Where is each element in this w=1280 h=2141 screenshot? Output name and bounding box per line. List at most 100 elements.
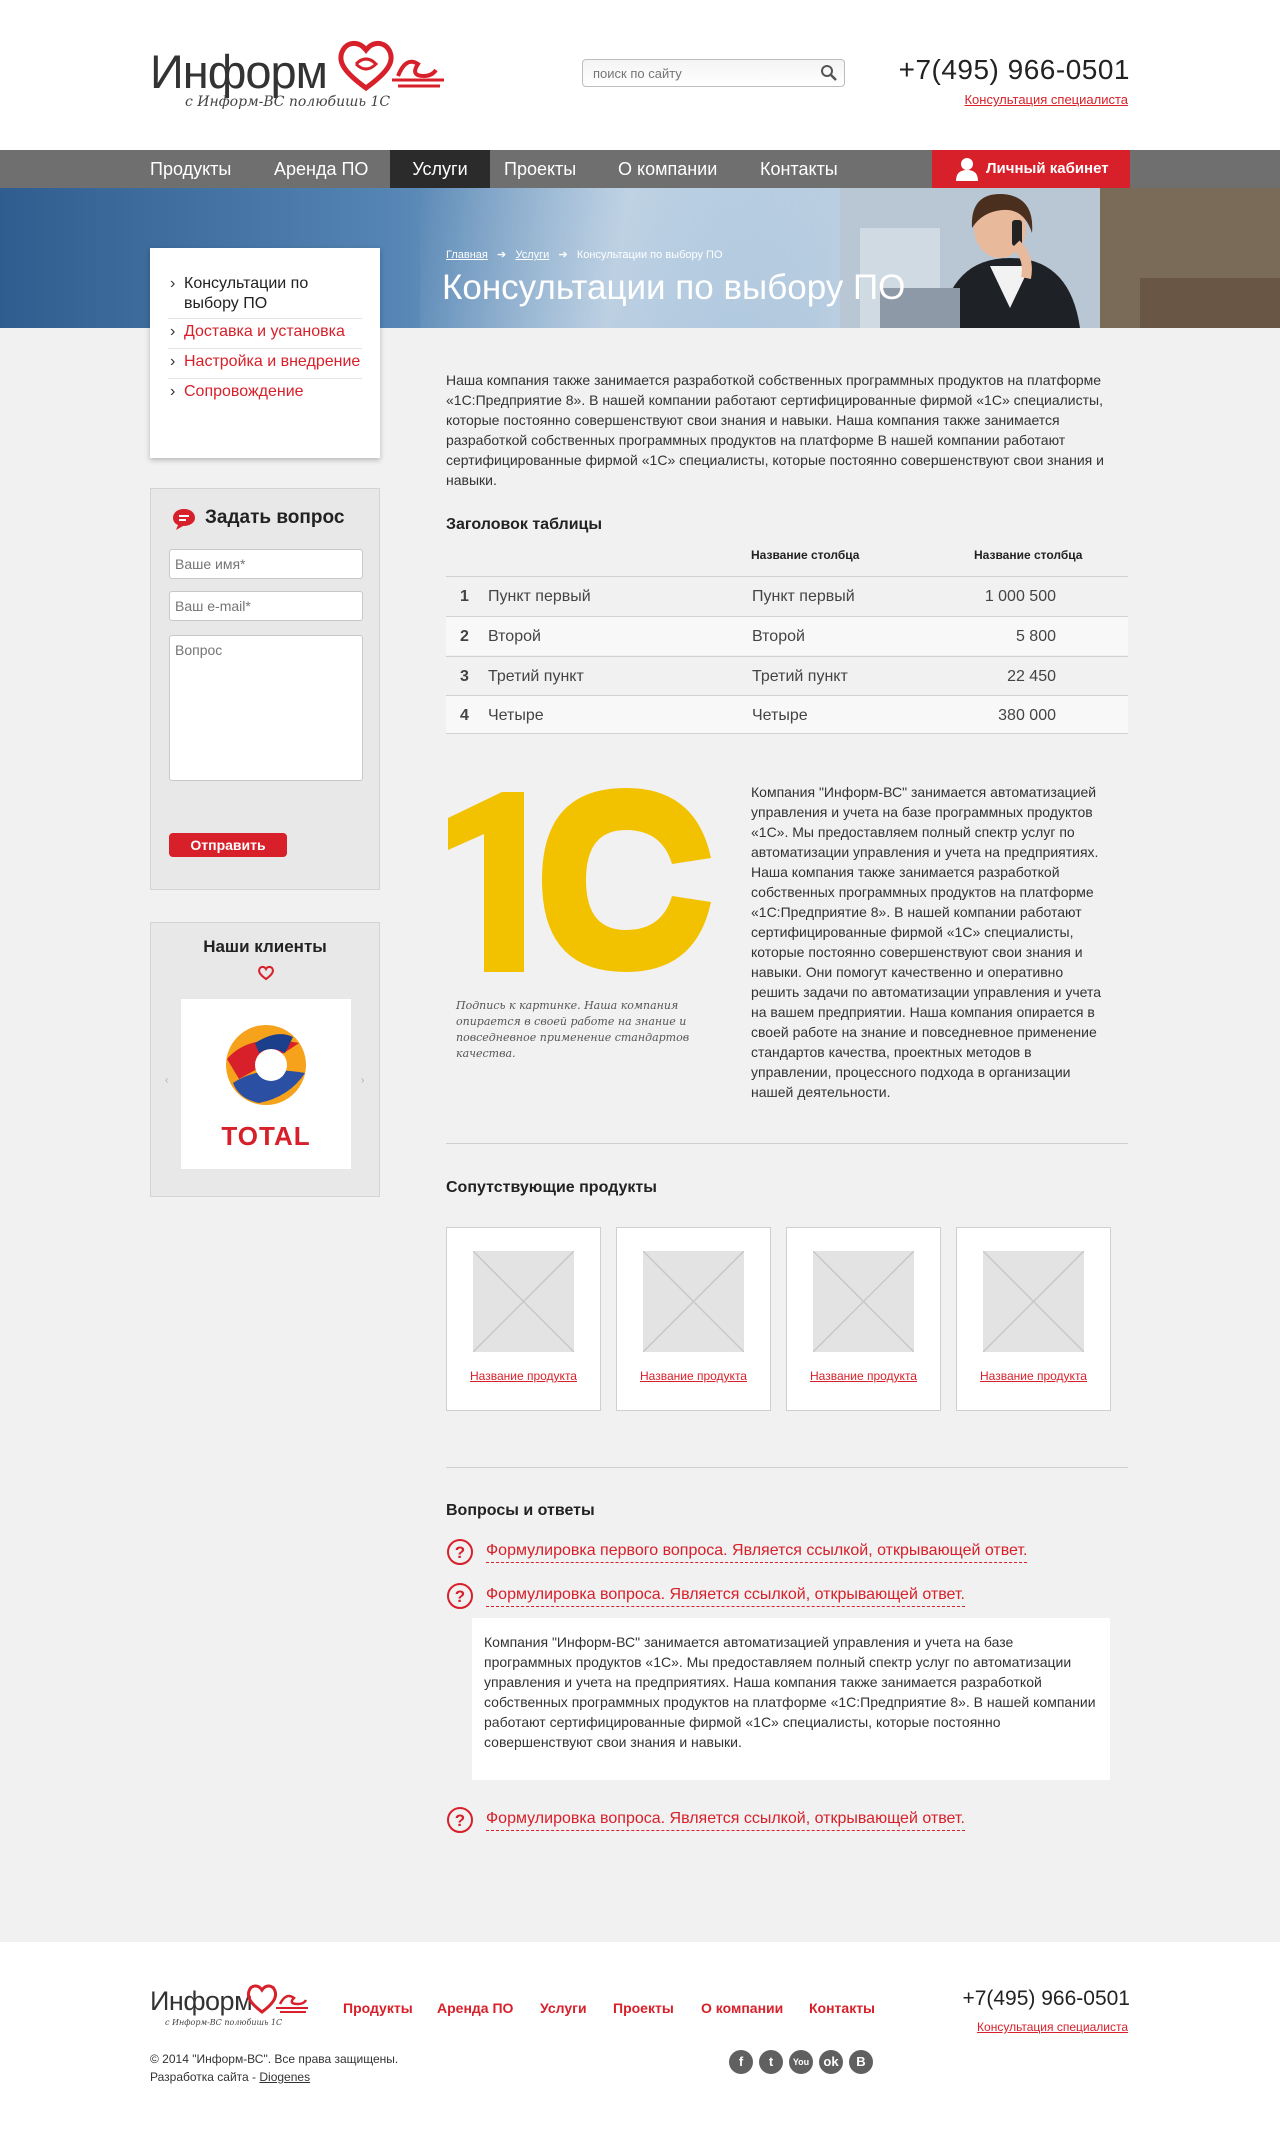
cabinet-button[interactable]: Личный кабинет	[932, 150, 1130, 188]
footer-phone: +7(495) 966-0501	[962, 1987, 1130, 2010]
footer-nav-projects[interactable]: Проекты	[613, 2000, 674, 2016]
row-value: 380 000	[998, 707, 1056, 724]
carousel-next-icon[interactable]: ›	[361, 1075, 364, 1086]
sidebar-item-delivery[interactable]: Доставка и установка	[170, 322, 364, 342]
svg-text:?: ?	[455, 1811, 465, 1830]
cabinet-label: Личный кабинет	[986, 160, 1109, 177]
email-field[interactable]	[169, 591, 363, 621]
table-row: 3 Третий пункт Третий пункт 22 450	[446, 656, 1128, 695]
table-title: Заголовок таблицы	[446, 516, 603, 533]
developer-prefix: Разработка сайта -	[150, 2070, 260, 2084]
footer-logo-tagline: с Информ-ВС полюбишь 1С	[165, 2018, 283, 2027]
client-logo-text: TOTAL	[221, 1121, 311, 1151]
nav-item-contacts[interactable]: Контакты	[742, 150, 856, 188]
breadcrumb-home[interactable]: Главная	[446, 249, 488, 261]
row-cell: Третий пункт	[488, 668, 584, 685]
breadcrumb-services[interactable]: Услуги	[515, 249, 549, 261]
sidebar-item-consulting[interactable]: Консультации по выбору ПО	[170, 274, 364, 314]
faq-question[interactable]: ? Формулировка вопроса. Является ссылкой…	[446, 1806, 1066, 1836]
faq-question-link[interactable]: Формулировка первого вопроса. Является с…	[486, 1542, 1028, 1563]
nav-item-products[interactable]: Продукты	[132, 150, 249, 188]
row-cell: Третий пункт	[752, 668, 848, 685]
table-header-col2: Название столбца	[751, 548, 860, 562]
footer-logo-heart-mark	[246, 1984, 308, 2014]
nav-item-services[interactable]: Услуги	[390, 150, 490, 188]
client-logo-total: TOTAL	[181, 999, 351, 1169]
table-header-col3: Название столбца	[974, 548, 1083, 562]
footer-nav-contacts[interactable]: Контакты	[809, 2000, 875, 2016]
product-name-link[interactable]: Название продукта	[447, 1369, 600, 1383]
odnoklassniki-icon[interactable]: ok	[819, 2050, 843, 2074]
submit-button[interactable]: Отправить	[169, 833, 287, 857]
product-card[interactable]: Название продукта	[616, 1227, 771, 1411]
row-value: 5 800	[1015, 628, 1056, 645]
row-cell: Второй	[488, 628, 541, 645]
product-image-placeholder	[473, 1251, 574, 1352]
footer-logo[interactable]: Информ с Информ-ВС полюбишь 1С	[150, 1982, 310, 2042]
product-name-link[interactable]: Название продукта	[787, 1369, 940, 1383]
divider	[168, 378, 362, 379]
product-card[interactable]: Название продукта	[446, 1227, 601, 1411]
facebook-icon[interactable]: f	[729, 2050, 753, 2074]
product-name-link[interactable]: Название продукта	[957, 1369, 1110, 1383]
footer-nav-about[interactable]: О компании	[701, 2000, 783, 2016]
row-cell: Второй	[752, 628, 805, 645]
faq-answer: Компания "Информ-ВС" занимается автомати…	[472, 1618, 1110, 1780]
1c-logo-image	[448, 788, 711, 972]
header-phone: +7(495) 966-0501	[898, 54, 1130, 85]
breadcrumb-arrow-icon: ➔	[490, 249, 513, 261]
breadcrumb-arrow-icon: ➔	[552, 249, 574, 261]
ask-title: Задать вопрос	[205, 507, 345, 528]
product-name-link[interactable]: Название продукта	[617, 1369, 770, 1383]
developer-link[interactable]: Diogenes	[259, 2070, 310, 2084]
intro-text: Наша компания также занимается разработк…	[446, 372, 1104, 488]
faq-title: Вопросы и ответы	[446, 1502, 595, 1519]
footer-nav-rent[interactable]: Аренда ПО	[437, 2000, 513, 2016]
product-card[interactable]: Название продукта	[956, 1227, 1111, 1411]
faq-question[interactable]: ? Формулировка вопроса. Является ссылкой…	[446, 1582, 1066, 1612]
sidebar-item-support[interactable]: Сопровождение	[170, 382, 364, 402]
consult-link[interactable]: Консультация специалиста	[964, 92, 1128, 107]
sidebar-item-setup[interactable]: Настройка и внедрение	[170, 352, 364, 372]
twitter-icon[interactable]: t	[759, 2050, 783, 2074]
nav-item-projects[interactable]: Проекты	[486, 150, 594, 188]
faq-question-link[interactable]: Формулировка вопроса. Является ссылкой, …	[486, 1586, 965, 1607]
question-mark-icon: ?	[447, 1583, 473, 1609]
divider	[446, 1143, 1128, 1144]
divider	[168, 318, 362, 319]
page-title: Консультации по выбору ПО	[442, 268, 906, 307]
search-input[interactable]	[582, 59, 845, 87]
search-icon[interactable]	[818, 62, 840, 84]
nav-item-rent[interactable]: Аренда ПО	[256, 150, 386, 188]
heart-icon	[258, 965, 274, 981]
youtube-icon[interactable]: You	[789, 2050, 813, 2074]
footer-nav-products[interactable]: Продукты	[343, 2000, 413, 2016]
related-title: Сопутствующие продукты	[446, 1179, 657, 1196]
svg-text:?: ?	[455, 1587, 465, 1606]
logo[interactable]: Информ с Информ-ВС полюбишь 1С	[150, 36, 450, 116]
faq-question-link[interactable]: Формулировка вопроса. Является ссылкой, …	[486, 1810, 965, 1831]
breadcrumb: Главная ➔ Услуги ➔ Консультации по выбор…	[446, 248, 723, 261]
row-cell: Четыре	[752, 707, 808, 724]
footer-nav-services[interactable]: Услуги	[540, 2000, 587, 2016]
question-mark-icon: ?	[447, 1807, 473, 1833]
site-footer: Информ с Информ-ВС полюбишь 1С Продукты …	[0, 1942, 1280, 2141]
vk-icon[interactable]: B	[849, 2050, 873, 2074]
name-field[interactable]	[169, 549, 363, 579]
carousel-prev-icon[interactable]: ‹	[165, 1075, 168, 1086]
product-image-placeholder	[813, 1251, 914, 1352]
table-row: 4 Четыре Четыре 380 000	[446, 695, 1128, 734]
product-card[interactable]: Название продукта	[786, 1227, 941, 1411]
clients-block: Наши клиенты ‹ TOTAL ›	[150, 922, 380, 1197]
ask-question-form: Задать вопрос Отправить	[150, 488, 380, 890]
faq-question[interactable]: ? Формулировка первого вопроса. Является…	[446, 1538, 1066, 1568]
footer-logo-word: Информ	[150, 1986, 253, 2016]
nav-item-about[interactable]: О компании	[600, 150, 735, 188]
svg-text:?: ?	[455, 1543, 465, 1562]
footer-consult-link[interactable]: Консультация специалиста	[977, 2020, 1128, 2034]
row-number: 1	[460, 588, 469, 605]
table-row: 2 Второй Второй 5 800	[446, 616, 1128, 655]
divider	[168, 348, 362, 349]
banner-woman-on-phone-image	[840, 188, 1280, 328]
question-field[interactable]	[169, 635, 363, 781]
